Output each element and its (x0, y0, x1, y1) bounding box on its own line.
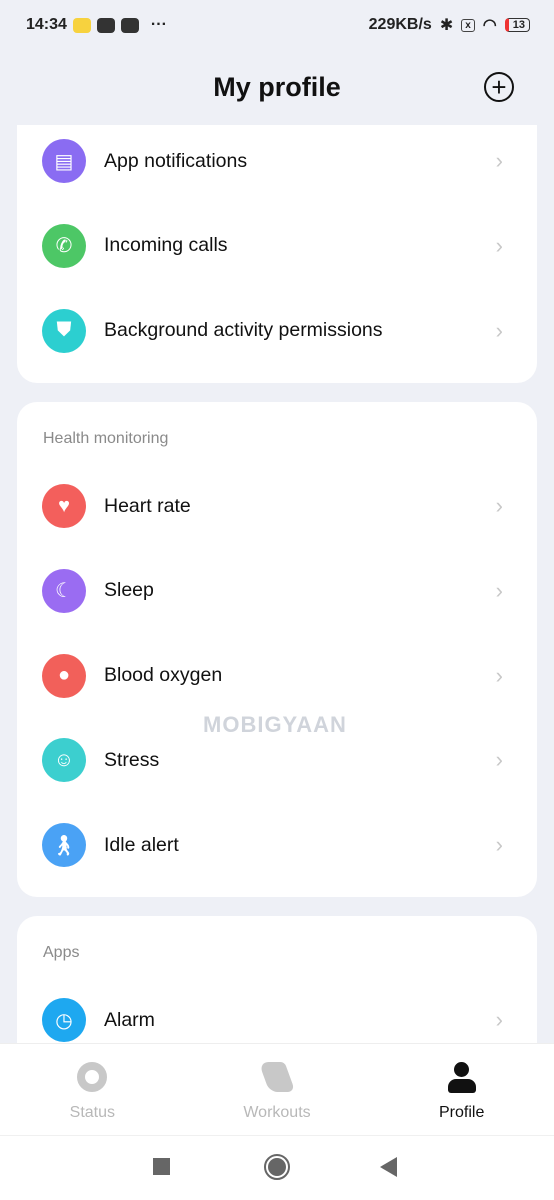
heart-icon: ♥ (42, 484, 86, 528)
chevron-right-icon: › (495, 832, 503, 858)
tab-label: Profile (439, 1104, 485, 1121)
youtube-icon (120, 17, 139, 33)
list-item-label: Sleep (104, 579, 154, 602)
battery-icon: 13 (504, 18, 530, 32)
status-bar: 14:34 ··· 229KB/s ✱ x ◠ 13 (0, 0, 554, 50)
notification-app-icon (72, 17, 91, 33)
phone-icon: ✆ (42, 223, 86, 268)
shoe-icon (258, 1062, 296, 1092)
list-item-label: App notifications (104, 149, 248, 172)
wifi-icon: ◠ (482, 17, 497, 34)
list-item-label: Alarm (104, 1008, 155, 1031)
list-item[interactable]: ▤ App notifications › (17, 125, 537, 203)
person-icon (447, 1060, 476, 1094)
message-icon: ▤ (42, 139, 86, 183)
list-item-label: Stress (104, 748, 160, 771)
chevron-right-icon: › (495, 1007, 503, 1032)
moon-icon: ☾ (42, 568, 86, 613)
chevron-right-icon: › (495, 493, 503, 518)
recents-button[interactable] (153, 1158, 170, 1175)
tab-label: Status (69, 1104, 116, 1121)
clock: 14:34 (26, 16, 67, 33)
back-button[interactable] (380, 1157, 397, 1177)
home-button[interactable] (264, 1154, 290, 1180)
list-item[interactable]: ✆ Incoming calls › (17, 204, 537, 288)
ring-icon (77, 1062, 108, 1092)
watermark: MOBIGYAAN (203, 712, 347, 737)
shield-icon: ⛊ (42, 308, 86, 353)
list-item[interactable]: ◷ Alarm › (17, 978, 537, 1043)
bluetooth-icon: ✱ (439, 17, 454, 34)
settings-list[interactable]: ▤ App notifications › ✆ Incoming calls › ⛊… (0, 125, 554, 1043)
alarm-icon: ◷ (42, 998, 86, 1042)
section-label: Health monitoring (43, 430, 169, 447)
card-apps: Apps ◷ Alarm › (17, 916, 537, 1043)
list-item-label: Background activity permissions (104, 319, 383, 342)
section-label: Apps (43, 944, 80, 961)
chevron-right-icon: › (495, 148, 503, 173)
bottom-tab-bar: Status Workouts Profile (0, 1043, 554, 1135)
youtube-icon (96, 17, 115, 33)
drop-icon: ● (42, 653, 86, 698)
chevron-right-icon: › (495, 662, 503, 688)
chevron-right-icon: › (495, 317, 503, 343)
header: My profile + (0, 50, 554, 125)
list-item[interactable]: ♥ Heart rate › (17, 464, 537, 548)
chevron-right-icon: › (495, 232, 503, 258)
list-item-label: Idle alert (104, 833, 179, 856)
card-health-monitoring: Health monitoring ♥ Heart rate › ☾ Sleep … (17, 402, 537, 897)
list-item-label: Heart rate (104, 494, 191, 517)
list-item-label: Blood oxygen (104, 664, 223, 687)
network-speed: 229KB/s (368, 16, 432, 33)
more-notifications: ··· (150, 16, 167, 33)
list-item[interactable]: ⛊ Background activity permissions › (17, 289, 537, 373)
add-button[interactable]: + (484, 72, 514, 102)
chevron-right-icon: › (495, 577, 503, 603)
list-item[interactable]: 🚶︎ Idle alert › (17, 803, 537, 887)
list-item[interactable]: ● Blood oxygen › (17, 634, 537, 718)
card-permissions: ▤ App notifications › ✆ Incoming calls › ⛊… (17, 125, 537, 383)
walking-icon: 🚶︎ (42, 823, 86, 868)
tab-profile[interactable]: Profile (369, 1044, 554, 1135)
tab-workouts[interactable]: Workouts (185, 1044, 370, 1135)
tab-status[interactable]: Status (0, 1044, 185, 1135)
page-title: My profile (213, 72, 341, 102)
list-item-label: Incoming calls (104, 234, 228, 257)
plus-circle-icon: + (491, 72, 507, 102)
chevron-right-icon: › (495, 747, 503, 773)
system-nav-bar (0, 1135, 554, 1200)
sim-icon: x (461, 18, 475, 32)
face-icon: ☺ (42, 738, 86, 783)
tab-label: Workouts (243, 1104, 311, 1121)
list-item[interactable]: ☾ Sleep › (17, 549, 537, 633)
